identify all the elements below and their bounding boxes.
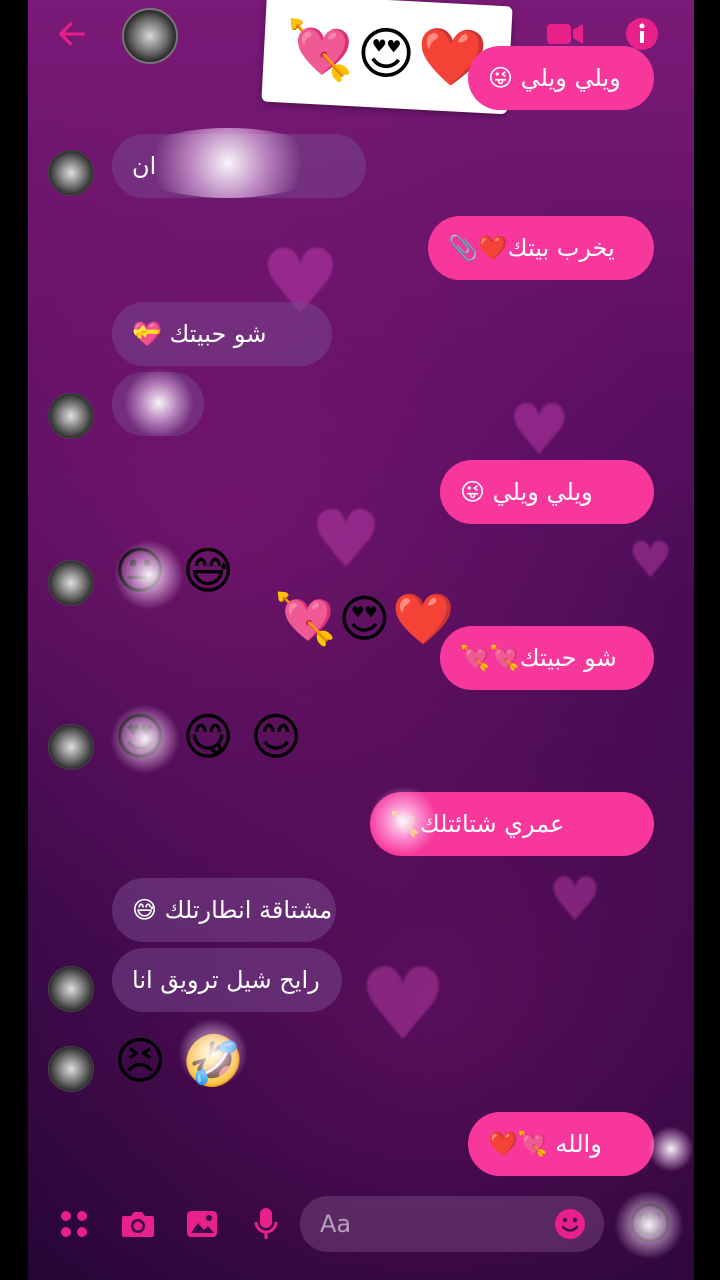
composer-bar: 😊 [28, 1190, 694, 1260]
voice-message-button[interactable] [244, 1202, 288, 1246]
message-bubble-outgoing[interactable]: يخرب بيتك❤️📎 [428, 216, 654, 280]
quick-reaction-button[interactable]: 😊 [622, 1196, 678, 1252]
apps-grid-icon [61, 1211, 87, 1237]
back-button[interactable] [50, 12, 94, 56]
message-bubble-outgoing[interactable]: ويلي ويلي 😜 [440, 460, 654, 524]
message-bubble-incoming[interactable]: شو حبيتك 💝 [112, 302, 332, 366]
message-bubble-incoming[interactable]: رايح شيل ترويق انا [112, 948, 342, 1012]
message-input[interactable] [318, 1209, 542, 1239]
emoji-message[interactable]: 😐 😅 [114, 546, 234, 596]
background-heart: ♥ [358, 946, 448, 1063]
camera-button[interactable] [116, 1202, 160, 1246]
sparkle-effect [648, 1126, 694, 1172]
emoji-message[interactable]: 😍 😋 😊 [114, 712, 302, 762]
gallery-button[interactable] [180, 1202, 224, 1246]
sender-avatar [48, 724, 94, 770]
message-bubble-outgoing[interactable]: ويلي ويلي 😜 [468, 46, 654, 110]
background-heart: ♥ [508, 389, 571, 471]
video-call-icon [547, 24, 583, 44]
image-icon [187, 1211, 217, 1237]
message-bubble-outgoing[interactable]: شو حبيتك💘💘 [440, 626, 654, 690]
message-bubble-outgoing[interactable]: والله 💘❤️ [468, 1112, 654, 1176]
floating-emoji-reaction: 💘😍❤️ [274, 590, 457, 648]
smiley-icon[interactable] [554, 1208, 586, 1240]
sender-avatar [48, 1046, 94, 1092]
message-bubble-incoming[interactable]: مشتاقة انطارتلك 😅 [112, 878, 336, 942]
sender-avatar [48, 966, 94, 1012]
chat-screen: ♥ ♥ ♥ ♥ ♥ ♥ 💘😍❤️ ويلي ويلي 😜 ان يخرب بيت… [28, 0, 694, 1280]
camera-icon [122, 1212, 154, 1237]
background-heart: ♥ [310, 493, 382, 586]
sender-avatar [48, 150, 94, 196]
apps-menu-button[interactable] [54, 1202, 94, 1246]
message-bubble-outgoing[interactable]: عمري شتائتلك💘 [370, 792, 654, 856]
message-input-container [300, 1196, 604, 1252]
sender-avatar [48, 560, 94, 606]
microphone-icon [254, 1208, 278, 1239]
contact-avatar[interactable] [122, 8, 178, 64]
emoji-message[interactable]: 😣 🤣 [114, 1036, 244, 1086]
background-heart: ♥ [628, 531, 673, 589]
background-heart: ♥ [548, 865, 602, 935]
message-bubble-incoming[interactable] [112, 372, 204, 436]
message-bubble-incoming[interactable]: ان [112, 134, 366, 198]
sender-avatar [48, 393, 94, 439]
arrow-left-icon [59, 22, 85, 46]
